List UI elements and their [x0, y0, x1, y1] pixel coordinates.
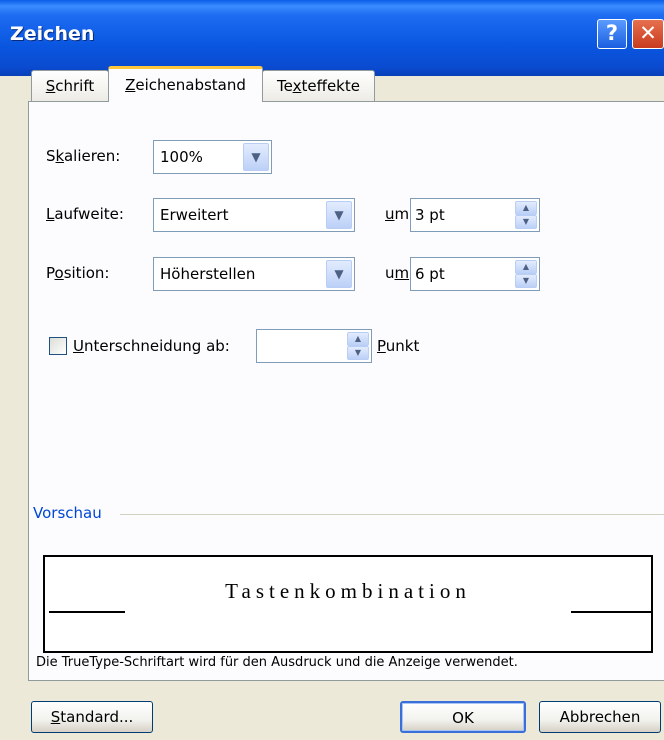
unterschneidung-spinner[interactable]: ▲ ▼ — [256, 329, 372, 363]
preview-line-right — [571, 611, 651, 613]
position-label: Position: — [46, 264, 110, 282]
vorschau-group-line — [120, 514, 664, 515]
tab-mnemonic: x — [292, 77, 302, 95]
close-button[interactable]: ✕ — [632, 19, 664, 49]
vorschau-label: Vorschau — [33, 504, 106, 522]
tab-zeichenabstand[interactable]: Zeichenabstand — [108, 66, 263, 102]
cancel-button[interactable]: Abbrechen — [539, 701, 661, 733]
title-bar: Zeichen ? ✕ — [0, 0, 664, 76]
chevron-up-icon[interactable]: ▲ — [515, 260, 537, 274]
unterschneidung-checkbox[interactable] — [49, 337, 67, 355]
chevron-up-icon[interactable]: ▲ — [347, 332, 369, 346]
tab-label: teffekte — [301, 77, 360, 95]
laufweite-um-value: 3 pt — [415, 206, 445, 224]
chevron-down-icon[interactable]: ▼ — [515, 274, 537, 288]
position-um-value: 6 pt — [415, 265, 445, 283]
footnote: Die TrueType-Schriftart wird für den Aus… — [36, 655, 518, 670]
laufweite-label: Laufweite: — [46, 205, 124, 223]
chevron-down-icon[interactable]: ▼ — [243, 143, 269, 171]
tab-label: eichenabstand — [135, 76, 246, 94]
chevron-down-icon[interactable]: ▼ — [326, 201, 352, 229]
tab-mnemonic: S — [45, 77, 56, 95]
standard-button[interactable]: Standard... — [31, 701, 153, 733]
unterschneidung-label[interactable]: Unterschneidung ab: — [73, 337, 230, 355]
chevron-down-icon[interactable]: ▼ — [347, 346, 369, 360]
help-button[interactable]: ? — [597, 19, 627, 49]
ok-button[interactable]: OK — [400, 701, 526, 733]
tab-mnemonic: Z — [125, 76, 136, 94]
tab-label: chrift — [55, 77, 95, 95]
tab-label-pre: Te — [277, 77, 293, 95]
preview-sample-text: Tastenkombination — [225, 579, 471, 603]
preview-line-left — [49, 611, 125, 613]
preview-area: Tastenkombination — [43, 555, 653, 653]
skalieren-dropdown[interactable]: 100% ▼ — [153, 140, 272, 174]
punkt-label: Punkt — [377, 337, 420, 355]
tab-texteffekte[interactable]: Texteffekte — [262, 70, 375, 102]
skalieren-value: 100% — [160, 148, 203, 166]
laufweite-value: Erweitert — [160, 206, 229, 224]
position-value: Höherstellen — [160, 265, 256, 283]
chevron-down-icon[interactable]: ▼ — [326, 260, 352, 288]
position-dropdown[interactable]: Höherstellen ▼ — [153, 257, 355, 291]
chevron-down-icon[interactable]: ▼ — [515, 215, 537, 229]
skalieren-label: Skalieren: — [46, 147, 121, 165]
window-title: Zeichen — [10, 23, 95, 45]
position-um-spinner[interactable]: 6 pt ▲ ▼ — [410, 257, 540, 291]
chevron-up-icon[interactable]: ▲ — [515, 201, 537, 215]
laufweite-um-spinner[interactable]: 3 pt ▲ ▼ — [410, 198, 540, 232]
tab-schrift[interactable]: Schrift — [31, 70, 109, 102]
laufweite-dropdown[interactable]: Erweitert ▼ — [153, 198, 355, 232]
